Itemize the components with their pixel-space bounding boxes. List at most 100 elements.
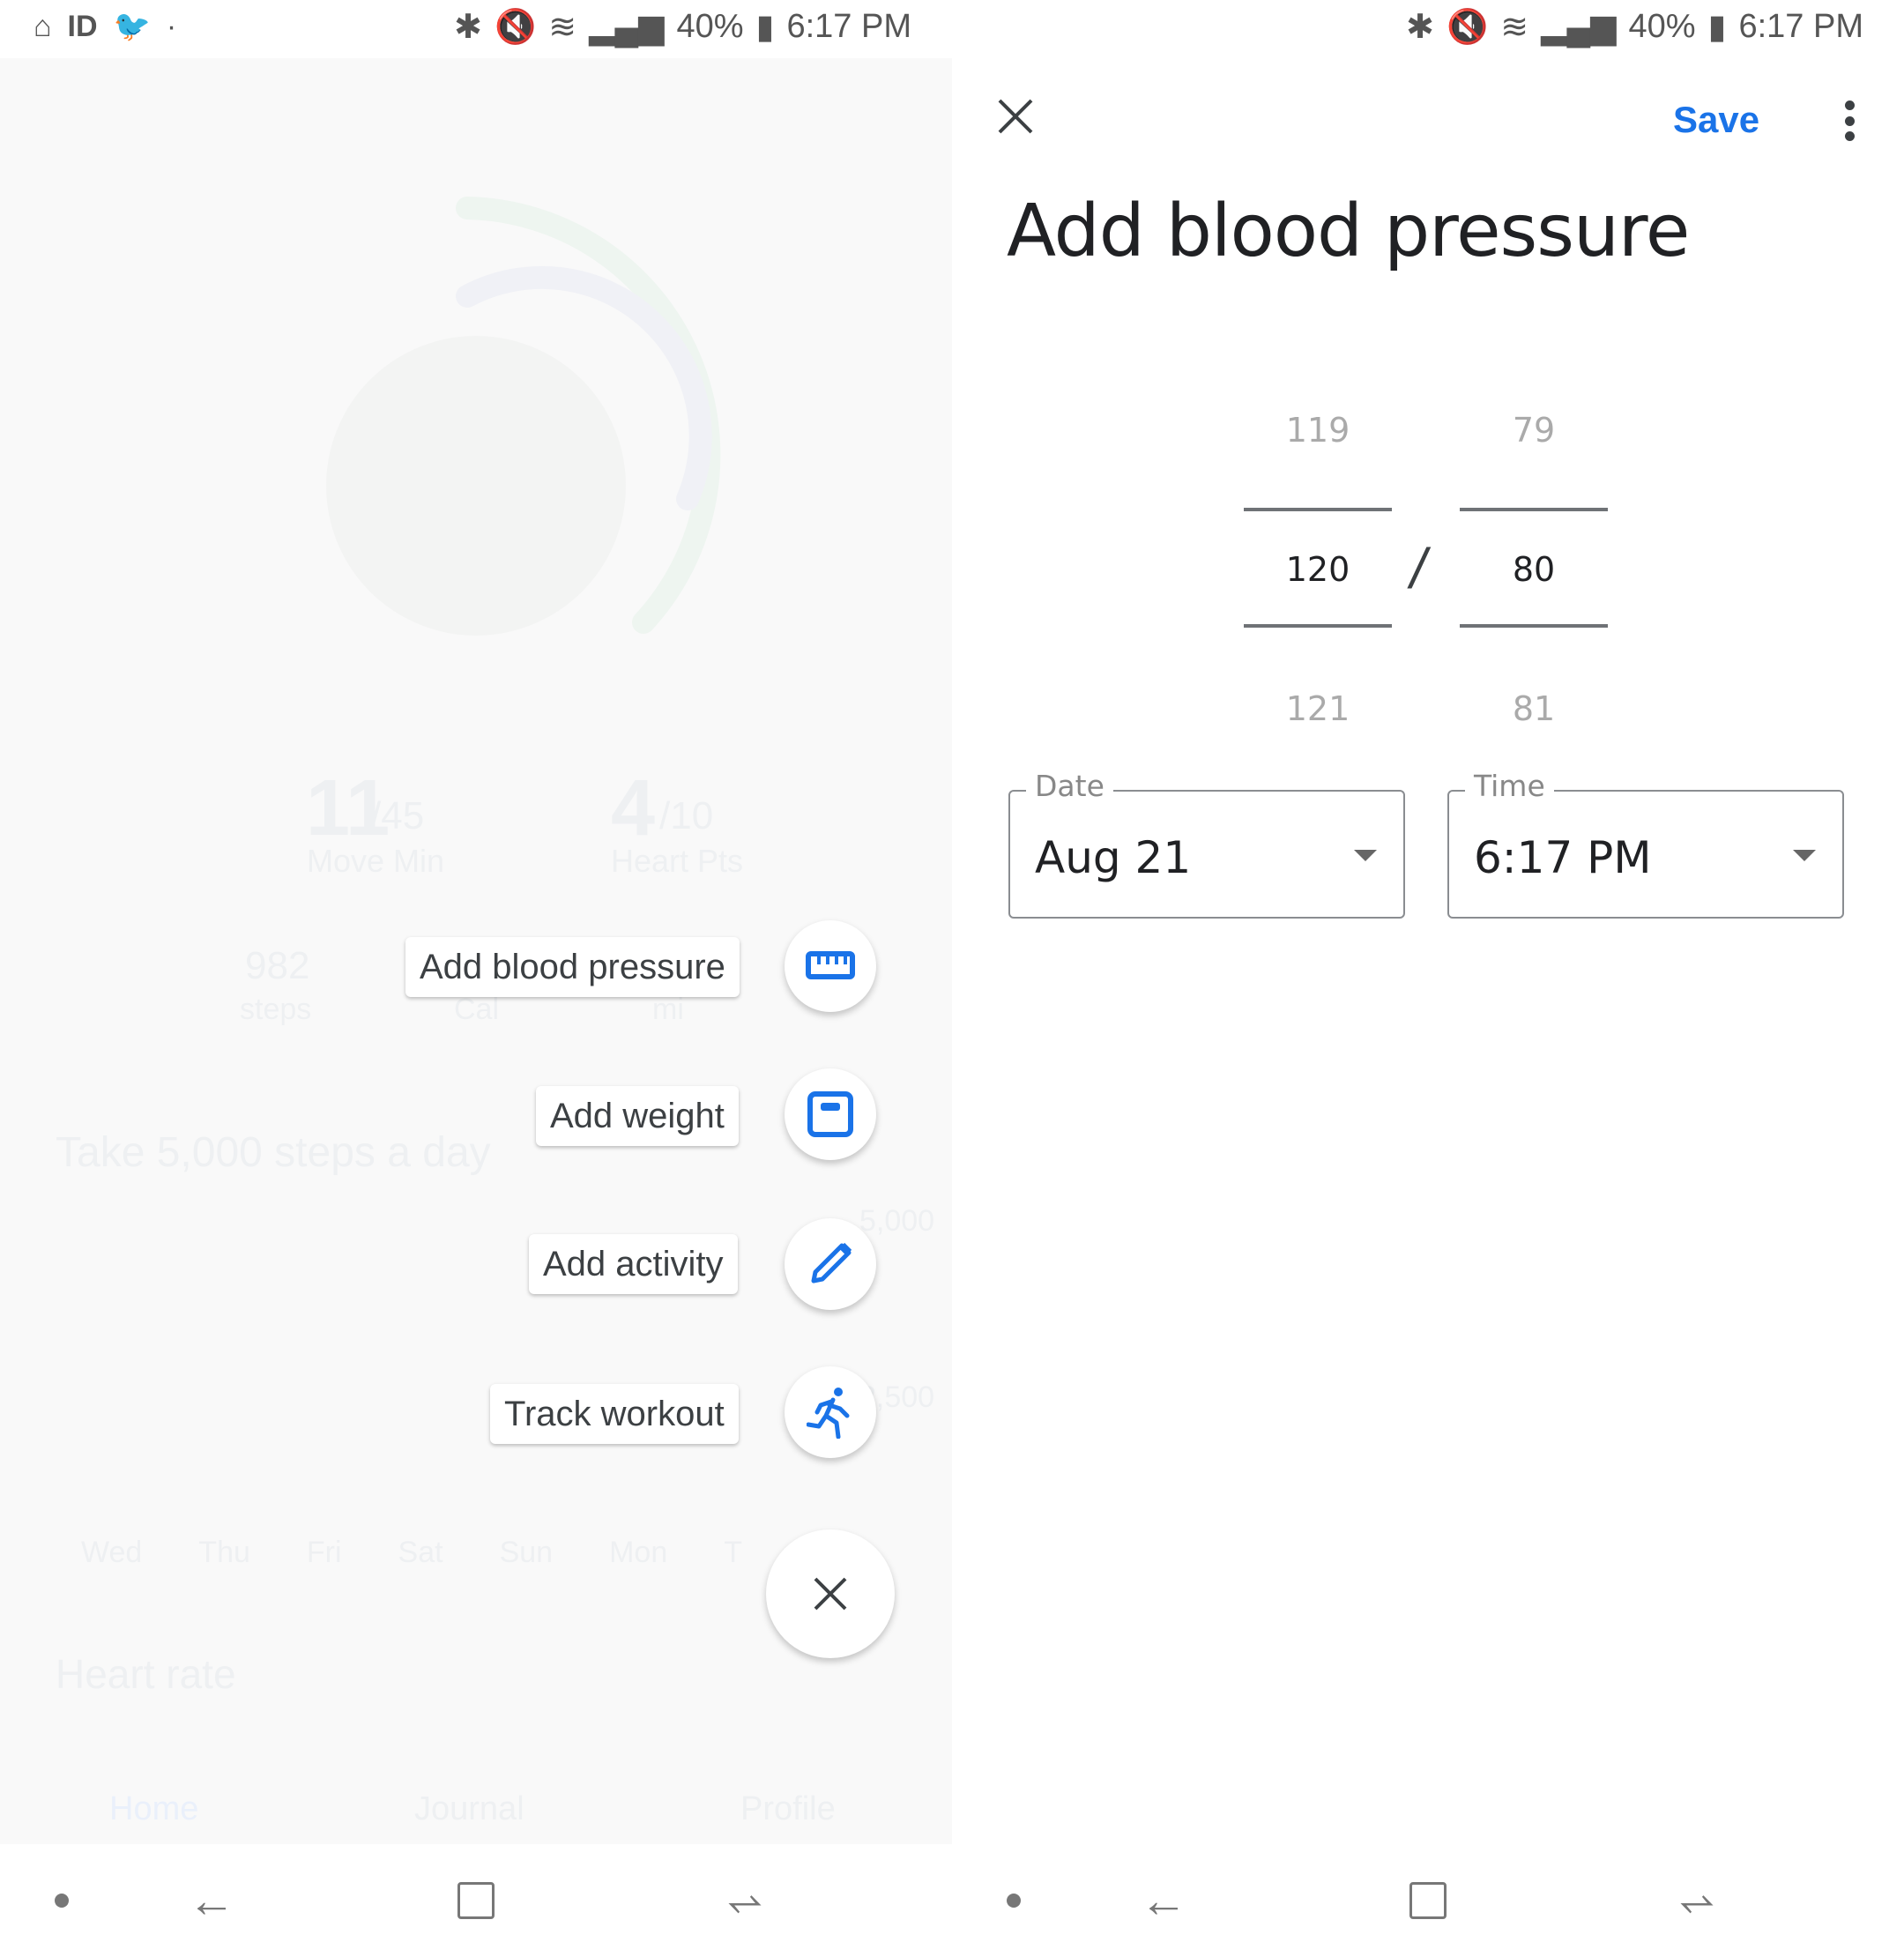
picker-divider (1460, 624, 1608, 628)
fit-home-with-fab-menu: ⌂ ID 🐦 · ✱ 🔇 ≋ ▂▄▆ 40% ▮ 6:17 PM 11 /45 … (0, 0, 952, 1957)
kebab-dot (1844, 115, 1855, 126)
pencil-icon (811, 1242, 852, 1284)
time-dropdown[interactable]: Time 6:17 PM (1447, 769, 1844, 919)
status-bar: ✱ 🔇 ≋ ▂▄▆ 40% ▮ 6:17 PM (952, 0, 1904, 58)
separator: / (1410, 537, 1426, 600)
signal-icon: ▂▄▆ (1541, 9, 1617, 46)
status-bar: ⌂ ID 🐦 · ✱ 🔇 ≋ ▂▄▆ 40% ▮ 6:17 PM (0, 0, 952, 58)
recents-icon[interactable]: ⥋ (1657, 1844, 1737, 1957)
nav-dot-icon[interactable] (44, 1844, 79, 1957)
cal-label: Cal (454, 993, 500, 1026)
notification-icons: ⌂ ID 🐦 · (33, 9, 176, 44)
add-blood-pressure-screen: ✱ 🔇 ≋ ▂▄▆ 40% ▮ 6:17 PM Save Add blood p… (952, 0, 1904, 1957)
mi-label: mi (652, 993, 684, 1026)
tab-profile: Profile (740, 1790, 836, 1827)
picker-divider (1460, 508, 1608, 511)
close-icon (814, 1577, 847, 1611)
day-label: Sun (499, 1536, 554, 1569)
axis-label: 5,000 (859, 1204, 935, 1238)
goal-title: Take 5,000 steps a day (56, 1129, 491, 1176)
systolic-prev[interactable]: 119 (1244, 411, 1392, 450)
picker-divider (1244, 508, 1392, 511)
battery-icon: ▮ (755, 9, 775, 46)
day-labels: Wed Thu Fri Sat Sun Mon T (81, 1536, 742, 1570)
day-label: Mon (609, 1536, 668, 1569)
bluetooth-icon: ✱ (454, 9, 482, 46)
close-button[interactable] (996, 97, 1035, 136)
steps-value: 982 (245, 944, 310, 987)
heart-pts-value: 4 (611, 764, 656, 852)
wifi-icon: ≋ (1500, 9, 1529, 46)
twitter-icon: 🐦 (113, 10, 151, 43)
add-blood-pressure-fab[interactable] (785, 920, 876, 1012)
add-activity-chip[interactable]: Add activity (529, 1234, 738, 1294)
vibrate-icon: 🔇 (494, 8, 537, 46)
date-label: Date (1026, 769, 1113, 803)
tab-home: Home (109, 1790, 199, 1827)
diastolic-prev[interactable]: 79 (1460, 411, 1608, 450)
run-icon (807, 1388, 850, 1439)
date-dropdown[interactable]: Date Aug 21 (1008, 769, 1405, 919)
back-icon[interactable]: ← (176, 1844, 247, 1957)
diastolic-value[interactable]: 80 (1460, 550, 1608, 589)
systolic-next[interactable]: 121 (1244, 689, 1392, 728)
add-weight-chip[interactable]: Add weight (536, 1086, 739, 1146)
dropdown-arrow-icon (1793, 850, 1816, 861)
battery-icon: ▮ (1707, 9, 1727, 46)
tab-journal: Journal (414, 1790, 524, 1827)
page-title: Add blood pressure (1007, 190, 1690, 273)
steps-label: steps (240, 993, 312, 1026)
nav-dot-icon[interactable] (996, 1844, 1031, 1957)
track-workout-chip[interactable]: Track workout (490, 1384, 739, 1444)
add-blood-pressure-chip[interactable]: Add blood pressure (405, 937, 740, 997)
date-value: Aug 21 (1035, 832, 1192, 883)
bluetooth-icon: ✱ (1406, 9, 1434, 46)
battery-percent: 40% (676, 8, 744, 45)
close-fab[interactable] (766, 1529, 895, 1658)
save-button[interactable]: Save (1673, 99, 1759, 141)
day-label: Wed (81, 1536, 143, 1569)
add-weight-fab[interactable] (785, 1068, 876, 1160)
time-label: Time (1465, 769, 1554, 803)
wifi-icon: ≋ (548, 9, 577, 46)
track-workout-fab[interactable] (785, 1366, 876, 1458)
dropdown-arrow-icon (1354, 850, 1377, 861)
day-label: Fri (306, 1536, 342, 1569)
signal-icon: ▂▄▆ (589, 9, 665, 46)
heart-pts-goal: /10 (659, 794, 714, 837)
recents-icon[interactable]: ⥋ (705, 1844, 785, 1957)
dot-icon: · (166, 9, 177, 43)
kebab-dot (1844, 131, 1855, 141)
home-button-icon[interactable] (441, 1844, 511, 1957)
system-icons: ✱ 🔇 ≋ ▂▄▆ 40% ▮ 6:17 PM (454, 7, 911, 47)
diastolic-next[interactable]: 81 (1460, 689, 1608, 728)
system-nav-bar: ← ⥋ (0, 1844, 952, 1957)
battery-percent: 40% (1628, 8, 1696, 45)
vibrate-icon: 🔇 (1446, 8, 1489, 46)
activity-rings (326, 197, 721, 636)
home-button-icon[interactable] (1393, 1844, 1463, 1957)
picker-divider (1244, 624, 1392, 628)
time-value: 6:17 PM (1474, 832, 1652, 883)
system-icons: ✱ 🔇 ≋ ▂▄▆ 40% ▮ 6:17 PM (1406, 7, 1863, 47)
system-nav-bar: ← ⥋ (952, 1844, 1904, 1957)
clock: 6:17 PM (786, 8, 911, 45)
move-min-label: Move Min (307, 843, 445, 879)
add-activity-fab[interactable] (785, 1218, 876, 1310)
move-min-goal: /45 (370, 794, 425, 837)
back-icon[interactable]: ← (1128, 1844, 1199, 1957)
kebab-dot (1844, 100, 1855, 110)
systolic-value[interactable]: 120 (1244, 550, 1392, 589)
blood-pressure-icon (806, 951, 855, 979)
heart-pts-label: Heart Pts (611, 843, 744, 879)
more-options-button[interactable] (1839, 100, 1860, 141)
day-label: Thu (198, 1536, 250, 1569)
close-icon (998, 99, 1033, 134)
id-icon: ID (67, 9, 98, 43)
day-label: T (724, 1536, 743, 1569)
clock: 6:17 PM (1738, 8, 1863, 45)
day-label: Sat (398, 1536, 443, 1569)
heart-rate-title: Heart rate (56, 1651, 236, 1697)
home-icon: ⌂ (33, 9, 52, 43)
scale-icon (807, 1091, 853, 1137)
